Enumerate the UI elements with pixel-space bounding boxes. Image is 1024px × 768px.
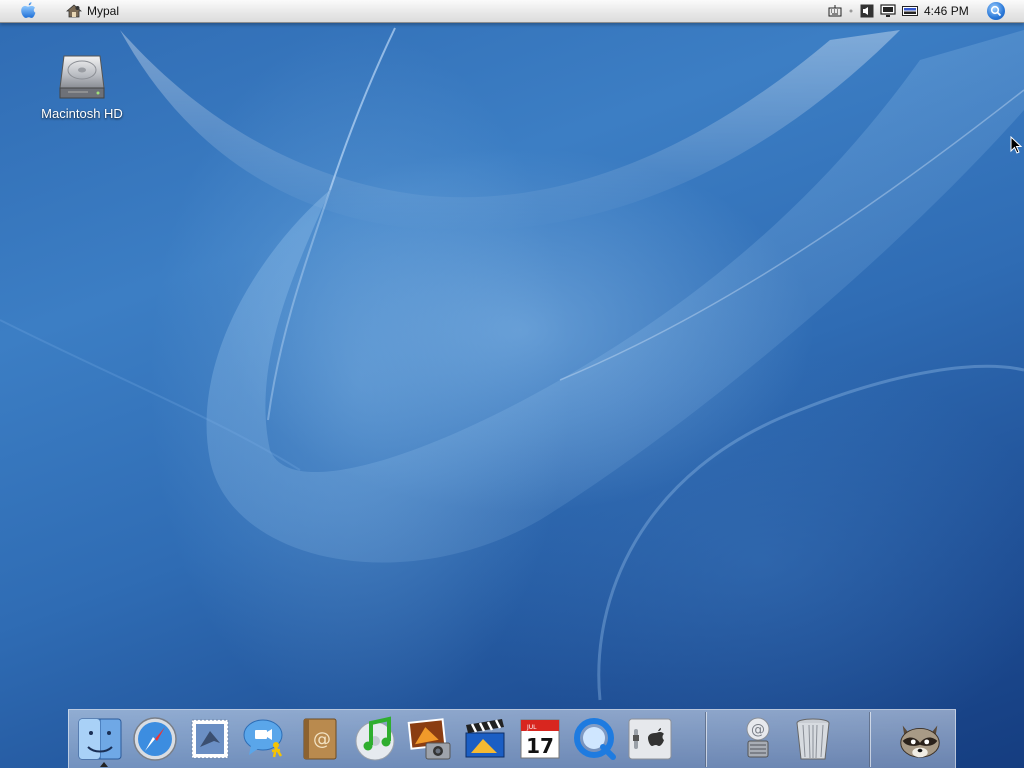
apple-icon — [21, 2, 36, 18]
dock: @ JUL 17 @ — [68, 709, 956, 768]
dock-item-mypal[interactable] — [895, 713, 945, 765]
dock-separator — [869, 712, 870, 767]
app-name: Mypal — [87, 4, 120, 18]
dock-item-iphoto[interactable] — [405, 713, 455, 765]
dock-item-mail[interactable] — [185, 713, 235, 765]
dock-item-quicktime[interactable] — [570, 713, 620, 765]
system-preferences-icon — [628, 718, 672, 760]
mypal-raccoon-icon — [900, 725, 940, 758]
dock-item-finder[interactable] — [75, 713, 125, 765]
volume-icon[interactable] — [860, 4, 874, 18]
dock-separator — [705, 712, 706, 767]
dock-item-itunes[interactable] — [350, 713, 400, 765]
dock-item-ical[interactable]: JUL 17 — [515, 713, 565, 765]
running-indicator-finder — [100, 762, 108, 767]
dock-item-system-preferences[interactable] — [625, 713, 675, 765]
mypal-app-icon — [66, 4, 82, 18]
itunes-icon — [355, 716, 395, 761]
dock-item-ichat[interactable] — [240, 713, 290, 765]
finder-icon — [78, 718, 122, 760]
mouse-cursor-icon — [1010, 136, 1023, 154]
ichat-icon — [243, 719, 283, 758]
dock-item-address-book[interactable]: @ — [295, 713, 345, 765]
display-icon[interactable] — [880, 4, 896, 18]
desktop-icon-macintosh-hd[interactable]: Macintosh HD — [30, 52, 134, 121]
menu-bar: Mypal 4:46 PM — [0, 0, 1024, 23]
ical-day: 17 — [526, 734, 554, 758]
iphoto-icon — [407, 718, 451, 760]
wallpaper — [0, 27, 1024, 701]
menu-clock[interactable]: 4:46 PM — [924, 0, 969, 22]
quicktime-icon — [574, 718, 616, 760]
svg-text:@: @ — [751, 722, 765, 738]
spotlight-button[interactable] — [986, 0, 1006, 22]
app-menu[interactable]: Mypal — [66, 0, 119, 22]
status-icons — [828, 0, 918, 22]
desktop-icon-label: Macintosh HD — [41, 106, 123, 121]
dock-item-trash[interactable] — [788, 713, 838, 765]
battery-icon[interactable] — [902, 6, 918, 16]
separator-dot-icon — [849, 9, 853, 13]
dock-item-safari[interactable] — [130, 713, 180, 765]
hard-drive-icon — [59, 55, 105, 99]
ical-icon: JUL 17 — [520, 719, 560, 759]
spotlight-search-icon — [987, 2, 1005, 20]
keyboard-icon[interactable] — [828, 5, 842, 17]
mail-stamp-icon — [191, 719, 229, 759]
dock-item-imovie[interactable] — [460, 713, 510, 765]
desktop[interactable]: Mypal 4:46 PM Macintosh HD @ JUL 17 @ — [0, 0, 1024, 768]
ical-month: JUL — [526, 724, 537, 731]
trash-icon — [796, 718, 830, 760]
svg-text:@: @ — [313, 729, 331, 750]
imovie-clapper-icon — [465, 719, 505, 758]
spring-at-folder-icon: @ — [746, 717, 770, 758]
safari-icon — [133, 717, 177, 761]
apple-menu[interactable] — [16, 0, 40, 22]
address-book-icon: @ — [303, 718, 337, 760]
dock-item-mail-download-folder[interactable]: @ — [733, 713, 783, 765]
